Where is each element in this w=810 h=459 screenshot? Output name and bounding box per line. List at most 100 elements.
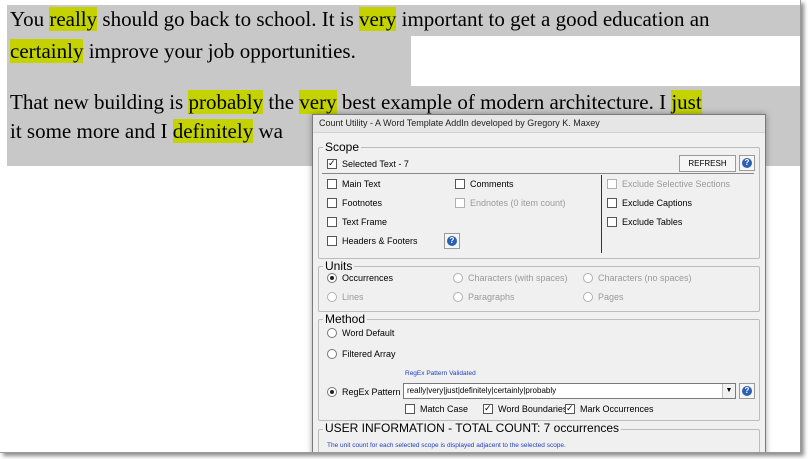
checkbox-box[interactable] [455,179,465,189]
user-info-label: USER INFORMATION - TOTAL COUNT: 7 occurr… [323,421,622,435]
mark-occurrences-label: Mark Occurrences [580,404,654,414]
radio-dot[interactable] [327,273,337,283]
mark-occurrences-checkbox[interactable]: Mark Occurrences [565,404,654,414]
word-boundaries-checkbox[interactable]: Word Boundaries [483,404,567,414]
checkbox-box[interactable] [405,404,415,414]
selected-text-checkbox[interactable]: Selected Text - 7 [327,159,409,169]
help-icon: ? [447,236,457,246]
highlighted-word: certainly [10,39,84,63]
checkbox-box[interactable] [327,236,337,246]
exclude-selective-label: Exclude Selective Sections [622,179,731,189]
checkbox-box[interactable] [607,179,617,189]
screenshot-frame: You really should go back to school. It … [0,0,801,453]
checkbox-box[interactable] [483,404,493,414]
chars-no-spaces-label: Characters (no spaces) [598,273,692,283]
match-case-label: Match Case [420,404,469,414]
headers-footers-label: Headers & Footers [342,236,418,246]
occurrences-radio[interactable]: Occurrences [327,273,393,283]
match-case-checkbox[interactable]: Match Case [405,404,468,414]
scope-label: Scope [323,140,362,154]
doc-line-2: certainly improve your job opportunities… [10,38,356,64]
radio-dot[interactable] [327,292,337,302]
text-run: the [263,90,300,114]
checkbox-box[interactable] [327,198,337,208]
highlighted-word: definitely [172,119,254,143]
refresh-button[interactable]: REFRESH [679,155,736,172]
lines-label: Lines [342,292,364,302]
regex-validated-status: RegEx Pattern Validated [405,370,476,377]
chars-no-spaces-radio[interactable]: Characters (no spaces) [583,273,692,283]
text-run: important to get a good education an [396,7,710,31]
main-text-label: Main Text [342,179,381,189]
highlighted-word: very [299,90,337,114]
exclude-selective-sections-checkbox[interactable]: Exclude Selective Sections [607,179,730,189]
doc-line-3: That new building is probably the very b… [10,89,702,115]
text-frame-label: Text Frame [342,217,388,227]
count-utility-dialog[interactable]: Count Utility - A Word Template AddIn de… [312,114,766,452]
radio-dot[interactable] [583,292,593,302]
word-default-radio[interactable]: Word Default [327,328,394,338]
user-info-group: USER INFORMATION - TOTAL COUNT: 7 occurr… [318,421,760,452]
checkbox-box[interactable] [565,404,575,414]
footnotes-checkbox[interactable]: Footnotes [327,198,382,208]
checkbox-box[interactable] [607,198,617,208]
doc-line-4: it some more and I definitely wa [10,118,283,144]
scope-vertical-divider [601,175,602,253]
scope-divider [322,173,754,174]
checkbox-box[interactable] [327,159,337,169]
word-boundaries-label: Word Boundaries [498,404,568,414]
checkbox-box[interactable] [607,217,617,227]
dialog-title: Count Utility - A Word Template AddIn de… [313,115,765,133]
paragraphs-label: Paragraphs [468,292,515,302]
regex-pattern-value: really|very|just|definitely|certainly|pr… [407,386,557,395]
regex-pattern-label: RegEx Pattern [342,387,401,397]
user-info-note: The unit count for each selected scope i… [327,442,566,449]
comments-checkbox[interactable]: Comments [455,179,514,189]
units-label: Units [323,259,355,273]
scope-help-button[interactable]: ? [739,155,755,171]
endnotes-checkbox[interactable]: Endnotes (0 item count) [455,198,566,208]
filtered-array-radio[interactable]: Filtered Array [327,349,396,359]
highlighted-word: really [49,7,98,31]
regex-pattern-radio[interactable]: RegEx Pattern [327,387,401,397]
pages-radio[interactable]: Pages [583,292,624,302]
exclude-captions-checkbox[interactable]: Exclude Captions [607,198,692,208]
help-icon: ? [742,158,752,168]
pages-label: Pages [598,292,624,302]
word-default-label: Word Default [342,328,395,338]
radio-dot[interactable] [327,387,337,397]
highlighted-word: probably [188,90,264,114]
radio-dot[interactable] [327,328,337,338]
text-frame-checkbox[interactable]: Text Frame [327,217,387,227]
regex-help-button[interactable]: ? [739,383,755,399]
checkbox-box[interactable] [327,179,337,189]
occurrences-label: Occurrences [342,273,394,283]
checkbox-box[interactable] [327,217,337,227]
chars-with-spaces-label: Characters (with spaces) [468,273,568,283]
main-text-checkbox[interactable]: Main Text [327,179,380,189]
radio-dot[interactable] [583,273,593,283]
exclude-tables-checkbox[interactable]: Exclude Tables [607,217,682,227]
headers-footers-checkbox[interactable]: Headers & Footers [327,236,418,246]
paragraphs-radio[interactable]: Paragraphs [453,292,515,302]
text-run: it some more and I [10,119,173,143]
doc-line-1: You really should go back to school. It … [10,6,710,32]
chevron-down-icon[interactable]: ▼ [722,384,735,398]
filtered-array-label: Filtered Array [342,349,396,359]
text-run: best example of modern architecture. I [336,90,672,114]
selected-text-label: Selected Text - 7 [342,159,409,169]
text-run: You [10,7,50,31]
regex-pattern-combo[interactable]: really|very|just|definitely|certainly|pr… [403,383,736,399]
exclude-captions-label: Exclude Captions [622,198,693,208]
checkbox-box[interactable] [455,198,465,208]
headers-footers-help-button[interactable]: ? [444,233,460,249]
lines-radio[interactable]: Lines [327,292,364,302]
radio-dot[interactable] [453,273,463,283]
chars-with-spaces-radio[interactable]: Characters (with spaces) [453,273,568,283]
text-run: should go back to school. It is [97,7,360,31]
highlighted-word: just [671,90,702,114]
radio-dot[interactable] [453,292,463,302]
highlighted-word: very [359,7,397,31]
radio-dot[interactable] [327,349,337,359]
help-icon: ? [742,386,752,396]
